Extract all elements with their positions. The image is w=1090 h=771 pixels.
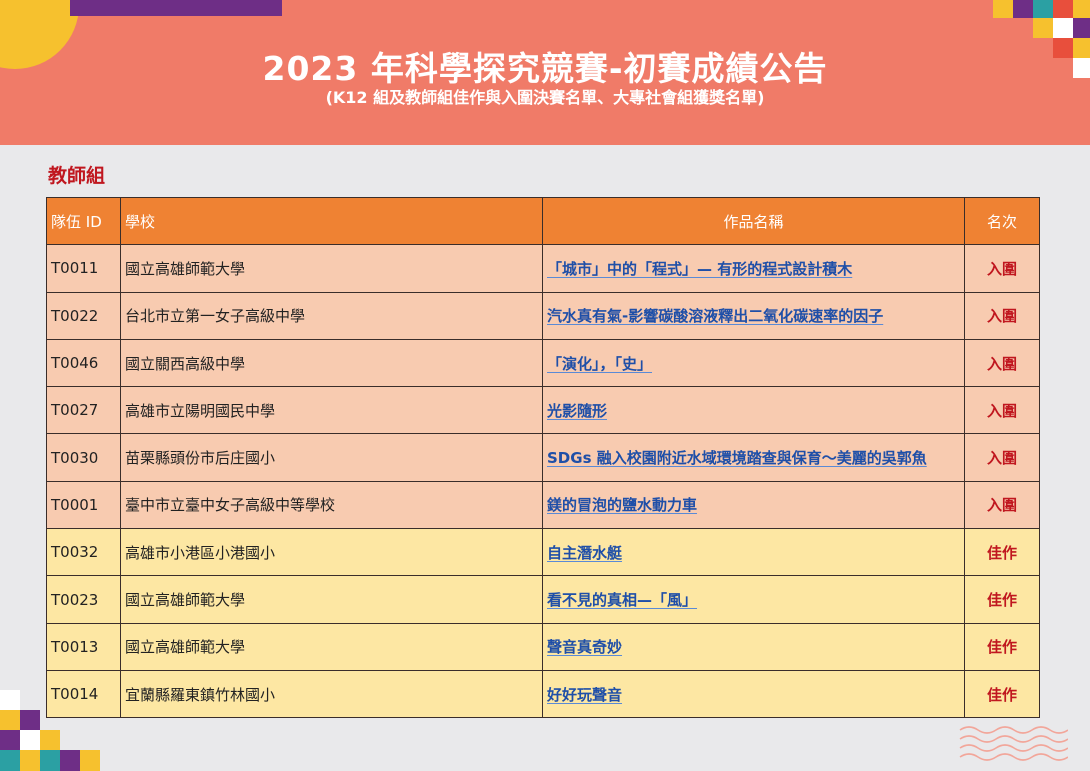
rank-label: 佳作 — [964, 622, 1040, 671]
column-header-work: 作品名稱 — [542, 196, 965, 246]
work-title-link[interactable]: 聲音真奇妙 — [547, 638, 622, 656]
school-name: 高雄市立陽明國民中學 — [120, 386, 543, 435]
school-name: 宜蘭縣羅東鎮竹林國小 — [120, 669, 543, 719]
team-id: T0046 — [46, 338, 121, 388]
page-header: 2023 年科學探究競賽-初賽成績公告 (K12 組及教師組佳作與入圍決賽名單、… — [0, 0, 1090, 145]
rank-label: 佳作 — [964, 669, 1040, 719]
work-title-link[interactable]: 「演化」，「史」 — [547, 355, 652, 373]
team-id: T0032 — [46, 528, 121, 577]
table-row: T0023 國立高雄師範大學 看不見的真相—「風」 佳作 — [46, 575, 1040, 624]
school-name: 國立高雄師範大學 — [120, 244, 543, 293]
team-id: T0023 — [46, 575, 121, 624]
school-name: 台北市立第一女子高級中學 — [120, 291, 543, 340]
bottom-left-decoration — [0, 690, 100, 771]
school-name: 國立關西高級中學 — [120, 338, 543, 388]
wave-decoration — [959, 726, 1068, 761]
school-name: 苗栗縣頭份市后庄國小 — [120, 433, 543, 482]
column-header-school: 學校 — [120, 196, 543, 246]
school-name: 國立高雄師範大學 — [120, 575, 543, 624]
work-title-link[interactable]: 自主潛水艇 — [547, 544, 622, 562]
school-name: 國立高雄師範大學 — [120, 622, 543, 671]
school-name: 高雄市小港區小港國小 — [120, 528, 543, 577]
rank-label: 入圍 — [964, 291, 1040, 340]
work-title-link[interactable]: 鎂的冒泡的鹽水動力車 — [547, 496, 697, 514]
rank-label: 入圍 — [964, 386, 1040, 435]
table-row: T0030 苗栗縣頭份市后庄國小 SDGs 融入校園附近水域環境踏查與保育～美麗… — [46, 433, 1040, 482]
table-row: T0014 宜蘭縣羅東鎮竹林國小 好好玩聲音 佳作 — [46, 669, 1040, 719]
rank-label: 佳作 — [964, 575, 1040, 624]
team-id: T0022 — [46, 291, 121, 340]
rank-label: 入圍 — [964, 433, 1040, 482]
table-header-row: 隊伍 ID 學校 作品名稱 名次 — [46, 196, 1040, 246]
column-header-rank: 名次 — [964, 196, 1040, 246]
work-title-link[interactable]: SDGs 融入校園附近水域環境踏查與保育～美麗的吳郭魚 — [547, 449, 927, 467]
work-title-link[interactable]: 汽水真有氣-影響碳酸溶液釋出二氧化碳速率的因子 — [547, 307, 883, 325]
school-name: 臺中市立臺中女子高級中等學校 — [120, 480, 543, 530]
rank-label: 入圍 — [964, 338, 1040, 388]
table-row: T0032 高雄市小港區小港國小 自主潛水艇 佳作 — [46, 528, 1040, 577]
team-id: T0030 — [46, 433, 121, 482]
results-table: 隊伍 ID 學校 作品名稱 名次 T0011 國立高雄師範大學 「城市」中的「程… — [46, 196, 1040, 719]
team-id: T0011 — [46, 244, 121, 293]
table-row: T0001 臺中市立臺中女子高級中等學校 鎂的冒泡的鹽水動力車 入圍 — [46, 480, 1040, 530]
team-id: T0027 — [46, 386, 121, 435]
section-title: 教師組 — [48, 165, 106, 187]
table-row: T0027 高雄市立陽明國民中學 光影隨形 入圍 — [46, 386, 1040, 435]
table-row: T0013 國立高雄師範大學 聲音真奇妙 佳作 — [46, 622, 1040, 671]
work-title-link[interactable]: 「城市」中的「程式」— 有形的程式設計積木 — [547, 260, 852, 278]
team-id: T0013 — [46, 622, 121, 671]
column-header-team-id: 隊伍 ID — [46, 196, 121, 246]
table-row: T0022 台北市立第一女子高級中學 汽水真有氣-影響碳酸溶液釋出二氧化碳速率的… — [46, 291, 1040, 340]
work-title-link[interactable]: 看不見的真相—「風」 — [547, 591, 697, 609]
table-row: T0011 國立高雄師範大學 「城市」中的「程式」— 有形的程式設計積木 入圍 — [46, 244, 1040, 293]
work-title-link[interactable]: 光影隨形 — [547, 402, 607, 420]
team-id: T0001 — [46, 480, 121, 530]
rank-label: 入圍 — [964, 480, 1040, 530]
rank-label: 佳作 — [964, 528, 1040, 577]
page-title: 2023 年科學探究競賽-初賽成績公告 — [262, 49, 828, 88]
work-title-link[interactable]: 好好玩聲音 — [547, 686, 622, 704]
table-row: T0046 國立關西高級中學 「演化」，「史」 入圍 — [46, 338, 1040, 388]
page-subtitle: (K12 組及教師組佳作與入圍決賽名單、大專社會組獲獎名單) — [325, 88, 765, 107]
rank-label: 入圍 — [964, 244, 1040, 293]
